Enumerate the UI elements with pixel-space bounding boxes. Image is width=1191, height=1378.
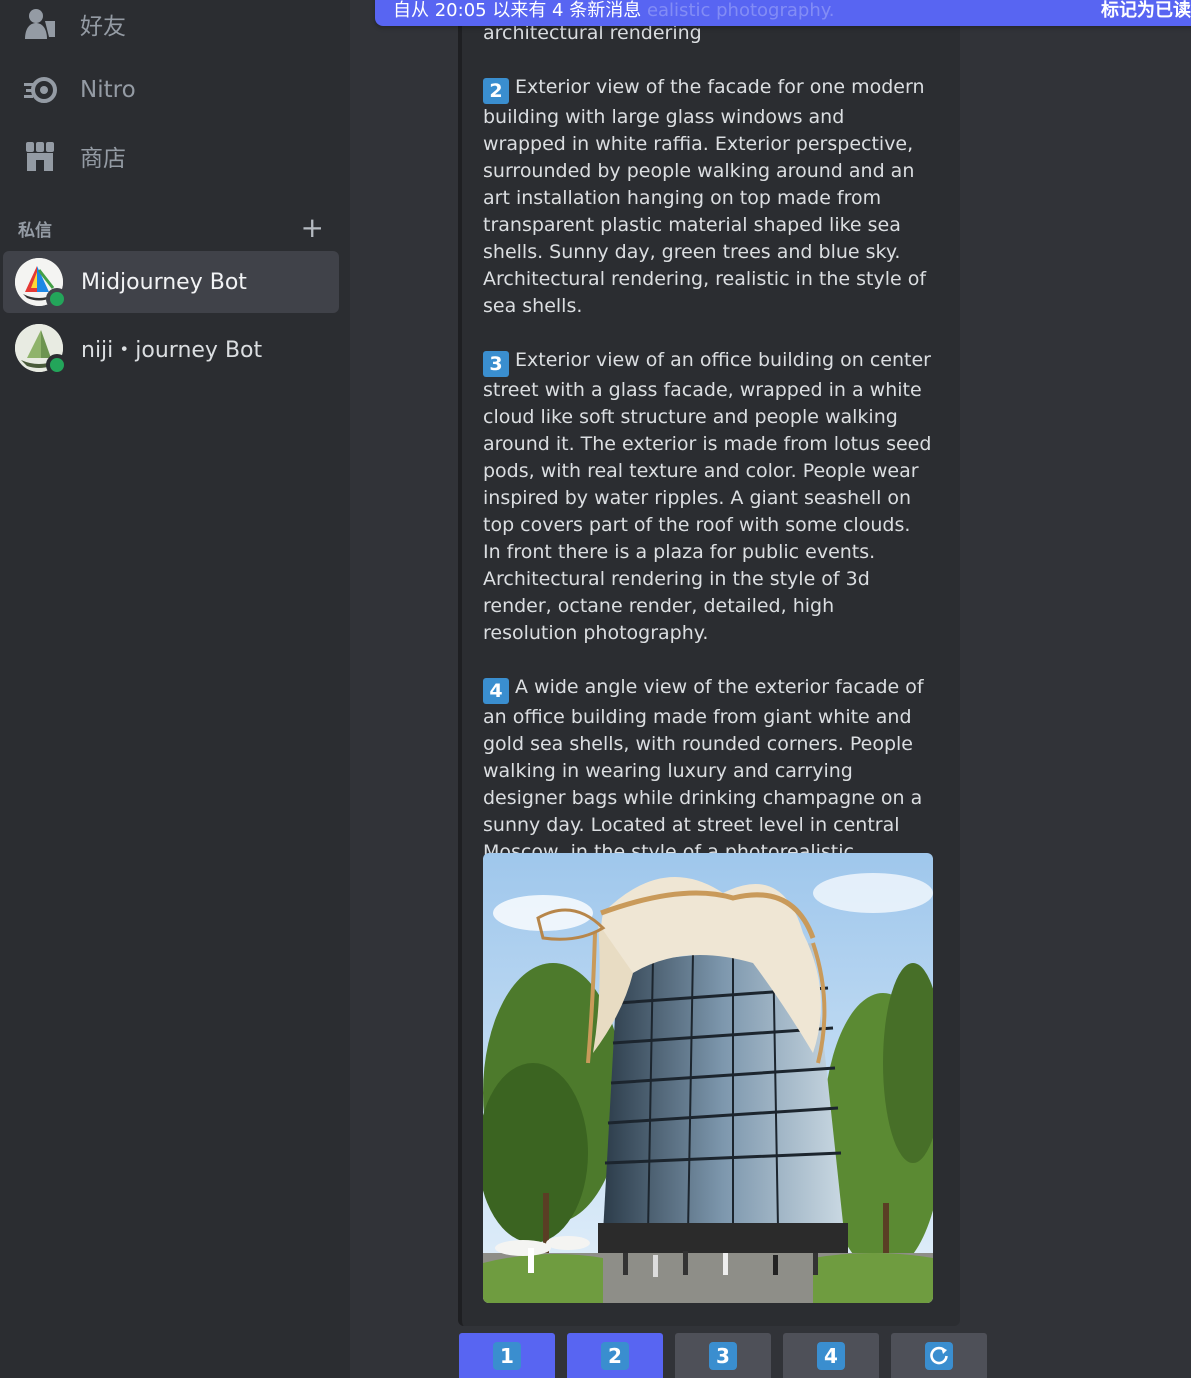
nav-label: Nitro xyxy=(80,77,136,103)
shop-icon xyxy=(20,136,60,176)
upscale-4-button[interactable]: 4 xyxy=(783,1333,879,1378)
dm-sidebar: 好友 Nitro 商店 私信 + Midjourney Bot niji・jou… xyxy=(0,0,350,1378)
keycap-2-icon: 2 xyxy=(601,1341,629,1370)
keycap-4-icon: 4 xyxy=(817,1341,845,1370)
online-status-icon xyxy=(46,288,68,310)
avatar xyxy=(15,258,68,310)
keycap-2-icon: 2 xyxy=(483,78,509,104)
new-messages-text: 自从 20:05 以来有 4 条新消息 ealistic photography… xyxy=(393,0,835,22)
dm-item-niji-journey-bot[interactable]: niji・journey Bot xyxy=(3,317,339,379)
upscale-2-button[interactable]: 2 xyxy=(567,1333,663,1378)
embed-description: architectural rendering 2 Exterior view o… xyxy=(483,20,933,947)
banner-text: 自从 20:05 以来有 4 条新消息 xyxy=(393,0,642,21)
nav-label: 商店 xyxy=(80,146,126,172)
prompt-item: 3 Exterior view of an office building on … xyxy=(483,347,933,647)
keycap-1-icon: 1 xyxy=(493,1341,521,1370)
prompt-text: Exterior view of the facade for one mode… xyxy=(483,76,927,317)
prompt-item: 2 Exterior view of the facade for one mod… xyxy=(483,74,933,320)
nav-nitro[interactable]: Nitro xyxy=(8,62,339,118)
upscale-3-button[interactable]: 3 xyxy=(675,1333,771,1378)
prompt-text: Exterior view of an office building on c… xyxy=(483,349,932,644)
direct-messages-header: 私信 + xyxy=(18,214,324,242)
keycap-4-icon: 4 xyxy=(483,678,509,704)
keycap-3-icon: 3 xyxy=(483,351,509,377)
keycap-3-icon: 3 xyxy=(709,1341,737,1370)
generated-image[interactable] xyxy=(483,853,933,1303)
online-status-icon xyxy=(46,354,68,376)
dm-item-midjourney-bot[interactable]: Midjourney Bot xyxy=(3,251,339,313)
nav-shop[interactable]: 商店 xyxy=(8,128,339,184)
upscale-1-button[interactable]: 1 xyxy=(459,1333,555,1378)
dm-name: Midjourney Bot xyxy=(81,269,247,295)
nav-friends[interactable]: 好友 xyxy=(8,0,339,52)
banner-faded-text: ealistic photography. xyxy=(646,0,835,21)
friends-icon xyxy=(20,4,60,44)
nitro-icon xyxy=(20,70,60,110)
new-messages-banner[interactable]: 自从 20:05 以来有 4 条新消息 ealistic photography… xyxy=(375,0,1191,26)
mark-as-read-button[interactable]: 标记为已读 xyxy=(1101,0,1191,22)
add-dm-button[interactable]: + xyxy=(301,214,324,242)
nav-label: 好友 xyxy=(80,14,126,40)
dm-header-label: 私信 xyxy=(18,220,52,241)
refresh-icon xyxy=(925,1341,953,1370)
dm-name: niji・journey Bot xyxy=(81,338,263,363)
refresh-button[interactable] xyxy=(891,1333,987,1378)
avatar xyxy=(15,324,68,376)
